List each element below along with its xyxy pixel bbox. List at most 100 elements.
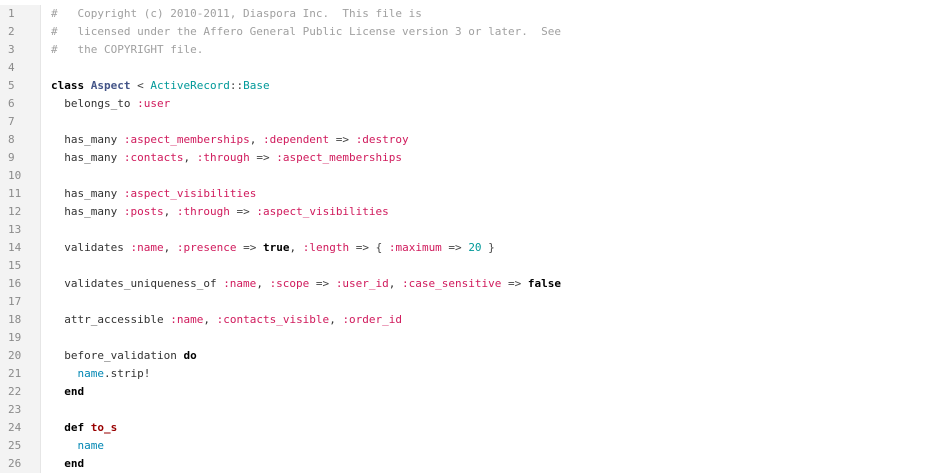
code-token: , (163, 205, 177, 218)
code-text: belongs_to :user (41, 95, 929, 113)
code-token: :aspect_visibilities (123, 187, 257, 200)
line-number: 20 (0, 347, 41, 365)
line-number: 16 (0, 275, 41, 293)
code-token: :name (130, 241, 164, 254)
code-token: :user (137, 97, 171, 110)
code-line: 2 # licensed under the Affero General Pub… (0, 23, 929, 41)
code-view[interactable]: 1 # Copyright (c) 2010-2011, Diaspora Inc… (0, 5, 929, 473)
line-number: 23 (0, 401, 41, 419)
code-text: before_validation do (41, 347, 929, 365)
line-number: 6 (0, 95, 41, 113)
line-number: 24 (0, 419, 41, 437)
line-number: 12 (0, 203, 41, 221)
code-text: has_many :contacts, :through => :aspect_… (41, 149, 929, 167)
code-token: # the COPYRIGHT file. (51, 43, 204, 56)
code-line: 5 class Aspect < ActiveRecord::Base (0, 77, 929, 95)
line-number: 22 (0, 383, 41, 401)
code-token: # Copyright (c) 2010-2011, Diaspora Inc.… (51, 7, 422, 20)
code-token: => (501, 277, 528, 290)
line-number: 4 (0, 59, 41, 77)
code-line: 14 validates :name, :presence => true, :… (0, 239, 929, 257)
code-token: :contacts (123, 151, 184, 164)
code-line: 19 (0, 329, 929, 347)
code-token: => (309, 277, 336, 290)
code-token: => (329, 133, 356, 146)
code-token: :user_id (335, 277, 389, 290)
code-line: 21 name.strip! (0, 365, 929, 383)
code-token: => (236, 241, 263, 254)
code-token: name (77, 439, 105, 452)
code-token: .strip! (104, 367, 151, 380)
code-line: 13 (0, 221, 929, 239)
code-token: has_many (51, 133, 124, 146)
code-line: 22 end (0, 383, 929, 401)
code-token: :destroy (355, 133, 409, 146)
line-number: 13 (0, 221, 41, 239)
code-token: name (77, 367, 105, 380)
code-line: 12 has_many :posts, :through => :aspect_… (0, 203, 929, 221)
line-number: 10 (0, 167, 41, 185)
code-token: false (527, 277, 562, 290)
code-line: 20 before_validation do (0, 347, 929, 365)
code-token: , (388, 277, 403, 290)
code-token: has_many (51, 151, 124, 164)
code-line: 16 validates_uniqueness_of :name, :scope… (0, 275, 929, 293)
code-token: do (183, 349, 197, 362)
code-text: # Copyright (c) 2010-2011, Diaspora Inc.… (41, 5, 929, 23)
code-token: Base (243, 79, 270, 92)
code-token: , (183, 151, 197, 164)
code-text: validates :name, :presence => true, :len… (41, 239, 929, 257)
line-number: 21 (0, 365, 41, 383)
code-token: :case_sensitive (402, 277, 502, 290)
code-line: 11 has_many :aspect_visibilities (0, 185, 929, 203)
line-number: 2 (0, 23, 41, 41)
code-text: has_many :aspect_memberships, :dependent… (41, 131, 929, 149)
code-line: 1 # Copyright (c) 2010-2011, Diaspora Inc… (0, 5, 929, 23)
code-line: 4 (0, 59, 929, 77)
code-text: has_many :aspect_visibilities (41, 185, 929, 203)
code-token: to_s (90, 421, 118, 434)
code-text: end (41, 455, 929, 473)
line-number: 15 (0, 257, 41, 275)
code-line: 9 has_many :contacts, :through => :aspec… (0, 149, 929, 167)
line-number: 9 (0, 149, 41, 167)
code-token: def (64, 421, 85, 434)
code-token: attr_accessible (51, 313, 171, 326)
code-token: :posts (123, 205, 164, 218)
code-line: 24 def to_s (0, 419, 929, 437)
code-token: :aspect_visibilities (256, 205, 389, 218)
code-line: 15 (0, 257, 929, 275)
code-token: 20 (468, 241, 482, 254)
code-token: :maximum (388, 241, 442, 254)
code-token: , (289, 241, 303, 254)
code-line: 25 name (0, 437, 929, 455)
code-token: => (249, 151, 277, 164)
line-number: 8 (0, 131, 41, 149)
code-line: 6 belongs_to :user (0, 95, 929, 113)
code-line: 23 (0, 401, 929, 419)
code-token: , (249, 133, 263, 146)
code-token: validates_uniqueness_of (51, 277, 224, 290)
code-line: 17 (0, 293, 929, 311)
code-token: :name (223, 277, 257, 290)
code-token: end (64, 457, 85, 470)
code-token: => { (349, 241, 389, 254)
code-token: :aspect_memberships (123, 133, 250, 146)
code-token: < (130, 79, 151, 92)
code-token: belongs_to (51, 97, 138, 110)
line-number: 19 (0, 329, 41, 347)
code-token: has_many (51, 205, 124, 218)
